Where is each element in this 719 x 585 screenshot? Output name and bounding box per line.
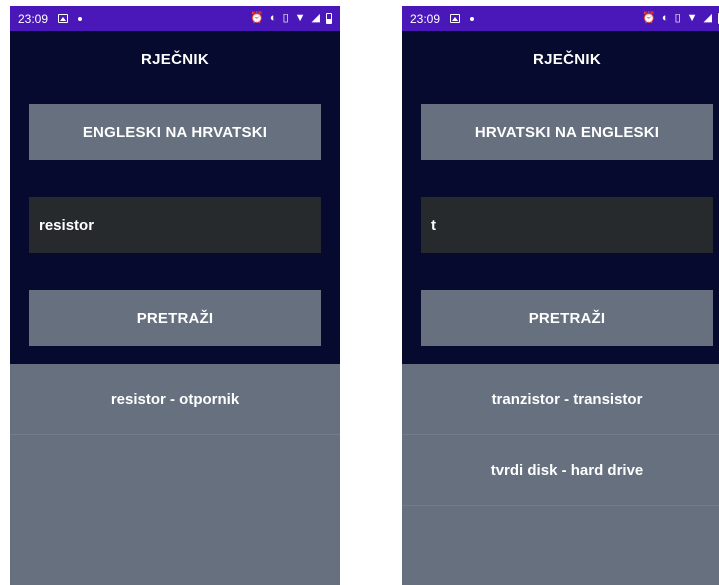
search-button[interactable]: PRETRAŽI — [29, 290, 321, 346]
image-icon — [450, 14, 461, 23]
signal-icon: ◢ — [311, 12, 320, 24]
phone-screen-right: 23:09 ⏰ ◐ ▯ ▼ ◢ RJEČNIK HRVATSKI NA ENGL… — [402, 6, 719, 585]
dot-icon — [470, 16, 475, 21]
results-list: tranzistor - transistor tvrdi disk - har… — [402, 364, 719, 585]
status-bar: 23:09 ⏰ ◐ ▯ ▼ ◢ — [402, 6, 719, 31]
result-item[interactable]: tvrdi disk - hard drive — [402, 435, 719, 506]
image-icon — [58, 14, 69, 23]
search-button[interactable]: PRETRAŽI — [421, 290, 713, 346]
result-item[interactable]: resistor - otpornik — [10, 364, 340, 435]
status-bar: 23:09 ⏰ ◐ ▯ ▼ ◢ — [10, 6, 340, 31]
results-list: resistor - otpornik — [10, 364, 340, 585]
app-title: RJEČNIK — [533, 51, 601, 68]
alarm-icon: ⏰ — [250, 12, 264, 24]
search-input[interactable]: t — [421, 197, 713, 253]
wifi-icon: ▼ — [294, 12, 306, 24]
data-saver-icon: ◐ — [661, 12, 669, 24]
signal-icon: ◢ — [703, 12, 712, 24]
status-icons: ⏰ ◐ ▯ ▼ ◢ — [642, 13, 719, 24]
vibrate-icon: ▯ — [674, 12, 681, 24]
data-saver-icon: ◐ — [269, 12, 277, 24]
wifi-icon: ▼ — [686, 12, 698, 24]
app-title: RJEČNIK — [141, 51, 209, 68]
phone-screen-left: 23:09 ⏰ ◐ ▯ ▼ ◢ RJEČNIK ENGLESKI NA HRVA… — [10, 6, 340, 585]
search-input[interactable]: resistor — [29, 197, 321, 253]
battery-icon — [326, 13, 332, 24]
result-item[interactable]: tranzistor - transistor — [402, 364, 719, 435]
screenshot-canvas: 23:09 ⏰ ◐ ▯ ▼ ◢ RJEČNIK ENGLESKI NA HRVA… — [0, 0, 719, 585]
status-time: 23:09 — [18, 11, 49, 26]
translation-direction-button[interactable]: ENGLESKI NA HRVATSKI — [29, 104, 321, 160]
vibrate-icon: ▯ — [282, 12, 289, 24]
status-icons: ⏰ ◐ ▯ ▼ ◢ — [250, 13, 332, 24]
translation-direction-button[interactable]: HRVATSKI NA ENGLESKI — [421, 104, 713, 160]
dot-icon — [78, 16, 83, 21]
alarm-icon: ⏰ — [642, 12, 656, 24]
status-time: 23:09 — [410, 11, 441, 26]
